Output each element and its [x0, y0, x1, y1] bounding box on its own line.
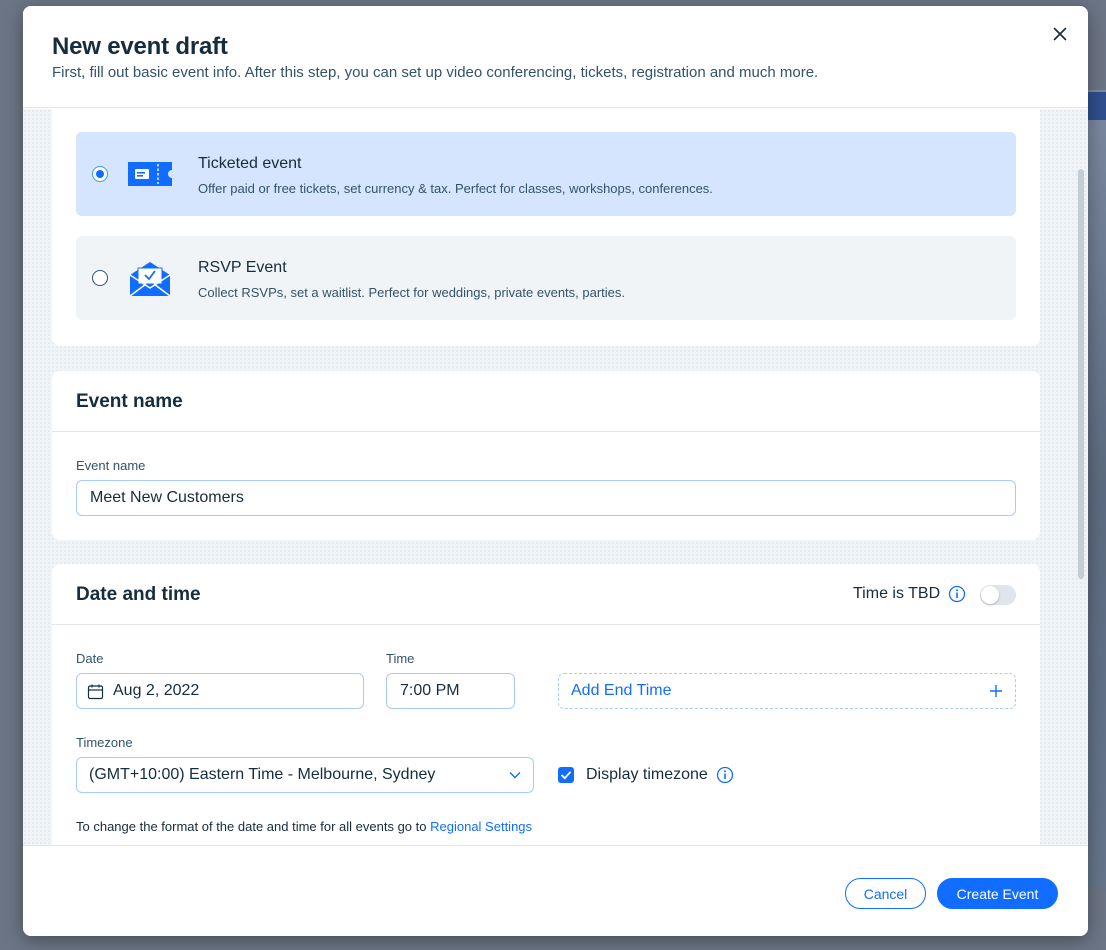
- date-time-card: Date and time Time is TBD Date Aug 2, 20…: [52, 564, 1040, 845]
- tbd-info-icon[interactable]: [948, 585, 966, 603]
- add-end-time-button[interactable]: Add End Time: [558, 673, 1016, 709]
- close-button[interactable]: [1050, 24, 1070, 44]
- modal-body: Ticketed event Offer paid or free ticket…: [23, 109, 1088, 845]
- divider: [52, 624, 1040, 625]
- format-note-text: To change the format of the date and tim…: [76, 819, 427, 834]
- modal-subtitle: First, fill out basic event info. After …: [52, 64, 819, 81]
- timezone-value: (GMT+10:00) Eastern Time - Melbourne, Sy…: [89, 766, 436, 783]
- time-tbd-toggle[interactable]: [980, 585, 1016, 605]
- backdrop-tag: [1086, 92, 1106, 120]
- time-input[interactable]: 7:00 PM: [386, 673, 515, 709]
- divider: [52, 431, 1040, 432]
- option-ticketed-event[interactable]: Ticketed event Offer paid or free ticket…: [76, 132, 1016, 216]
- ticketed-event-title: Ticketed event: [198, 155, 302, 172]
- date-label: Date: [76, 651, 104, 666]
- modal-footer: Cancel Create Event: [23, 845, 1088, 936]
- rsvp-event-title: RSVP Event: [198, 259, 287, 276]
- modal-header: New event draft First, fill out basic ev…: [23, 6, 1088, 108]
- display-timezone-checkbox[interactable]: [558, 767, 574, 783]
- envelope-icon: [129, 262, 171, 297]
- scrollbar-thumb[interactable]: [1078, 169, 1084, 579]
- date-time-section-title: Date and time: [76, 584, 201, 605]
- rsvp-event-radio[interactable]: [92, 270, 108, 286]
- toggle-knob: [981, 586, 999, 604]
- format-note: To change the format of the date and tim…: [76, 819, 532, 834]
- ticketed-event-radio[interactable]: [92, 166, 108, 182]
- display-timezone-label: Display timezone: [586, 766, 708, 783]
- cancel-button[interactable]: Cancel: [845, 878, 926, 909]
- event-name-value: Meet New Customers: [90, 489, 244, 506]
- plus-icon: [990, 685, 1002, 697]
- rsvp-event-description: Collect RSVPs, set a waitlist. Perfect f…: [198, 285, 626, 300]
- new-event-modal: New event draft First, fill out basic ev…: [23, 6, 1088, 936]
- time-tbd-label: Time is TBD: [853, 585, 941, 602]
- time-label: Time: [386, 651, 415, 666]
- timezone-label: Timezone: [76, 735, 133, 750]
- checkmark-icon: [560, 771, 572, 780]
- ticket-icon: [128, 162, 172, 186]
- event-type-card: Ticketed event Offer paid or free ticket…: [52, 109, 1040, 346]
- regional-settings-link[interactable]: Regional Settings: [430, 819, 532, 834]
- event-name-input[interactable]: Meet New Customers: [76, 480, 1016, 516]
- modal-title: New event draft: [52, 33, 228, 60]
- timezone-select[interactable]: (GMT+10:00) Eastern Time - Melbourne, Sy…: [76, 757, 534, 793]
- option-rsvp-event[interactable]: RSVP Event Collect RSVPs, set a waitlist…: [76, 236, 1016, 320]
- timezone-info-icon[interactable]: [716, 766, 734, 784]
- chevron-down-icon: [509, 772, 521, 779]
- time-value: 7:00 PM: [400, 682, 460, 699]
- add-end-time-label: Add End Time: [571, 682, 672, 699]
- date-value: Aug 2, 2022: [113, 682, 200, 699]
- date-input[interactable]: Aug 2, 2022: [76, 673, 364, 709]
- close-icon: [1053, 27, 1067, 41]
- create-event-button[interactable]: Create Event: [937, 878, 1058, 909]
- ticketed-event-description: Offer paid or free tickets, set currency…: [198, 181, 713, 196]
- calendar-icon: [87, 684, 104, 699]
- event-name-label: Event name: [76, 458, 146, 473]
- event-name-card: Event name Event name Meet New Customers: [52, 371, 1040, 540]
- event-name-section-title: Event name: [76, 391, 183, 412]
